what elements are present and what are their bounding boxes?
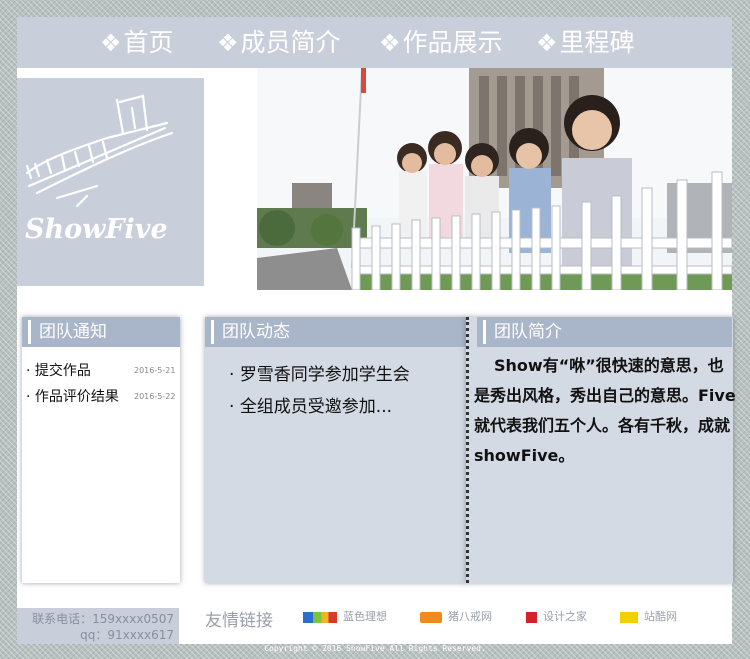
header-accent-bar — [211, 320, 214, 344]
friend-link-blueidea[interactable]: 蓝色理想 — [303, 608, 387, 624]
news-item[interactable]: · 全组成员受邀参加... — [229, 392, 392, 417]
news-item-label: 全组成员受邀参加... — [239, 397, 393, 417]
nav-item-milestones[interactable]: ❖里程碑 — [536, 17, 635, 68]
friend-links-title: 友情链接 — [205, 611, 273, 631]
showfive-logo-icon — [25, 94, 174, 208]
copyright: Copyright © 2016 ShowFive All Rights Res… — [264, 644, 486, 653]
news-item[interactable]: · 罗雪香同学参加学生会 — [229, 360, 410, 385]
intro-title: 团队简介 — [494, 322, 562, 342]
diamond-icon: ❖ — [100, 29, 122, 57]
news-item-label: 罗雪香同学参加学生会 — [239, 365, 410, 385]
logo-text: ShowFive — [25, 214, 168, 245]
notice-item[interactable]: · 作品评价结果 — [26, 386, 119, 406]
bullet-icon: · — [26, 389, 35, 405]
bullet-icon: · — [229, 397, 240, 417]
blueidea-logo-icon — [303, 611, 337, 623]
notice-item-label: 提交作品 — [34, 363, 91, 379]
friend-link-sj33[interactable]: 设计之家 — [526, 608, 587, 624]
contact-box: 联系电话：159xxxx0507 qq：91xxxx617 — [17, 608, 179, 644]
notice-item-label: 作品评价结果 — [34, 389, 119, 405]
friend-link-zcool[interactable]: 站酷网 — [620, 608, 677, 624]
intro-text: Show有“咻”很快速的意思，也是秀出风格，秀出自己的意思。Five就代表我们五… — [474, 356, 736, 465]
zbj-logo-icon — [420, 611, 442, 623]
header-accent-bar — [28, 320, 31, 344]
team-photo — [257, 68, 732, 290]
news-panel — [205, 317, 467, 583]
diamond-icon: ❖ — [536, 29, 558, 57]
nav-item-label: 里程碑 — [559, 28, 635, 57]
friend-link-label: 设计之家 — [543, 610, 587, 623]
news-title: 团队动态 — [222, 322, 290, 342]
nav-item-members[interactable]: ❖成员简介 — [217, 17, 341, 68]
header-accent-bar — [483, 320, 486, 344]
news-header: 团队动态 — [205, 317, 467, 347]
banner: ShowFive — [17, 68, 732, 290]
contact-phone: 联系电话：159xxxx0507 — [32, 612, 174, 626]
notice-item[interactable]: · 提交作品 — [26, 360, 91, 380]
footer: 联系电话：159xxxx0507 qq：91xxxx617 友情链接 蓝色理想 … — [17, 600, 732, 644]
nav-item-label: 成员简介 — [240, 28, 341, 57]
notice-title: 团队通知 — [39, 322, 107, 342]
contact-qq: qq：91xxxx617 — [80, 628, 174, 642]
intro-header: 团队简介 — [477, 317, 732, 347]
nav-item-label: 首页 — [123, 28, 174, 57]
zcool-logo-icon — [620, 611, 638, 623]
nav-item-label: 作品展示 — [402, 28, 503, 57]
friend-link-label: 猪八戒网 — [448, 610, 492, 623]
bullet-icon: · — [229, 365, 240, 385]
top-nav: ❖首页 ❖成员简介 ❖作品展示 ❖里程碑 — [17, 17, 732, 68]
nav-item-home[interactable]: ❖首页 — [100, 17, 174, 68]
nav-item-works[interactable]: ❖作品展示 — [379, 17, 503, 68]
bullet-icon: · — [26, 363, 35, 379]
friend-link-zbj[interactable]: 猪八戒网 — [420, 608, 492, 624]
diamond-icon: ❖ — [217, 29, 239, 57]
friend-link-label: 站酷网 — [644, 610, 677, 623]
friend-link-label: 蓝色理想 — [343, 610, 387, 623]
main-content: 团队通知 · 提交作品 2016-5-21 · 作品评价结果 2016-5-22… — [17, 290, 736, 600]
sj33-logo-icon — [526, 611, 537, 623]
notice-panel — [22, 317, 180, 583]
logo-panel: ShowFive — [17, 78, 204, 286]
diamond-icon: ❖ — [379, 29, 401, 57]
intro-panel: Show有“咻”很快速的意思，也是秀出风格，秀出自己的意思。Five就代表我们五… — [466, 317, 736, 583]
notice-header: 团队通知 — [22, 317, 180, 347]
